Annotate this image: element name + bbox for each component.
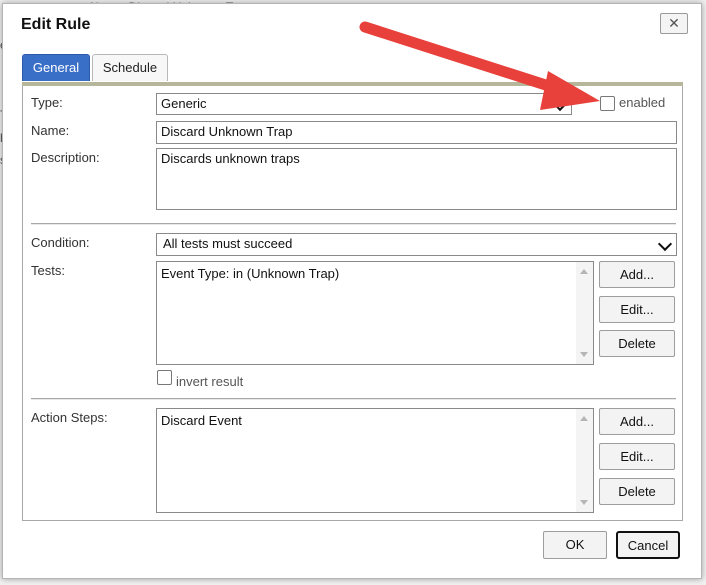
- dialog-title: Edit Rule: [21, 16, 91, 33]
- condition-value: All tests must succeed: [163, 236, 293, 251]
- action-steps-list[interactable]: Discard Event: [156, 408, 594, 513]
- tests-add-button[interactable]: Add...: [599, 261, 675, 288]
- scroll-up-icon[interactable]: [580, 269, 588, 274]
- tests-edit-button[interactable]: Edit...: [599, 296, 675, 323]
- action-delete-button[interactable]: Delete: [599, 478, 675, 505]
- ok-button[interactable]: OK: [543, 531, 607, 559]
- condition-label: Condition:: [31, 235, 90, 250]
- tests-list[interactable]: Event Type: in (Unknown Trap): [156, 261, 594, 365]
- action-add-button[interactable]: Add...: [599, 408, 675, 435]
- edit-rule-dialog: Edit Rule ✕ General Schedule Type: Gener…: [2, 3, 702, 579]
- action-steps-label: Action Steps:: [31, 410, 108, 425]
- cancel-button[interactable]: Cancel: [616, 531, 680, 559]
- name-label: Name:: [31, 123, 70, 138]
- tab-general[interactable]: General: [22, 54, 90, 81]
- action-steps-scrollbar[interactable]: [576, 409, 593, 512]
- general-panel: Type: Generic enabled Name: Discard Unkn…: [22, 86, 683, 521]
- name-input[interactable]: Discard Unknown Trap: [156, 121, 677, 144]
- list-item[interactable]: Discard Event: [161, 413, 242, 428]
- invert-result-label: invert result: [176, 374, 244, 389]
- enabled-label: enabled: [619, 95, 666, 110]
- type-value: Generic: [161, 96, 207, 111]
- description-textarea[interactable]: Discards unknown traps: [156, 148, 677, 210]
- action-edit-button[interactable]: Edit...: [599, 443, 675, 470]
- scroll-up-icon[interactable]: [580, 416, 588, 421]
- type-select[interactable]: Generic: [156, 93, 572, 115]
- tests-scrollbar[interactable]: [576, 262, 593, 364]
- divider-highlight: [31, 399, 676, 400]
- list-item[interactable]: Event Type: in (Unknown Trap): [161, 266, 339, 281]
- scroll-down-icon[interactable]: [580, 500, 588, 505]
- description-label: Description:: [31, 150, 100, 165]
- tab-schedule[interactable]: Schedule: [92, 54, 168, 81]
- type-label: Type:: [31, 95, 63, 110]
- condition-select[interactable]: All tests must succeed: [156, 233, 677, 256]
- invert-result-checkbox[interactable]: [157, 370, 172, 385]
- chevron-down-icon: [552, 96, 568, 112]
- tests-delete-button[interactable]: Delete: [599, 330, 675, 357]
- chevron-down-icon: [657, 236, 673, 252]
- tests-label: Tests:: [31, 263, 65, 278]
- divider-highlight: [31, 224, 676, 225]
- scroll-down-icon[interactable]: [580, 352, 588, 357]
- close-icon: ✕: [668, 15, 680, 31]
- enabled-checkbox[interactable]: [600, 96, 615, 111]
- close-button[interactable]: ✕: [660, 13, 688, 34]
